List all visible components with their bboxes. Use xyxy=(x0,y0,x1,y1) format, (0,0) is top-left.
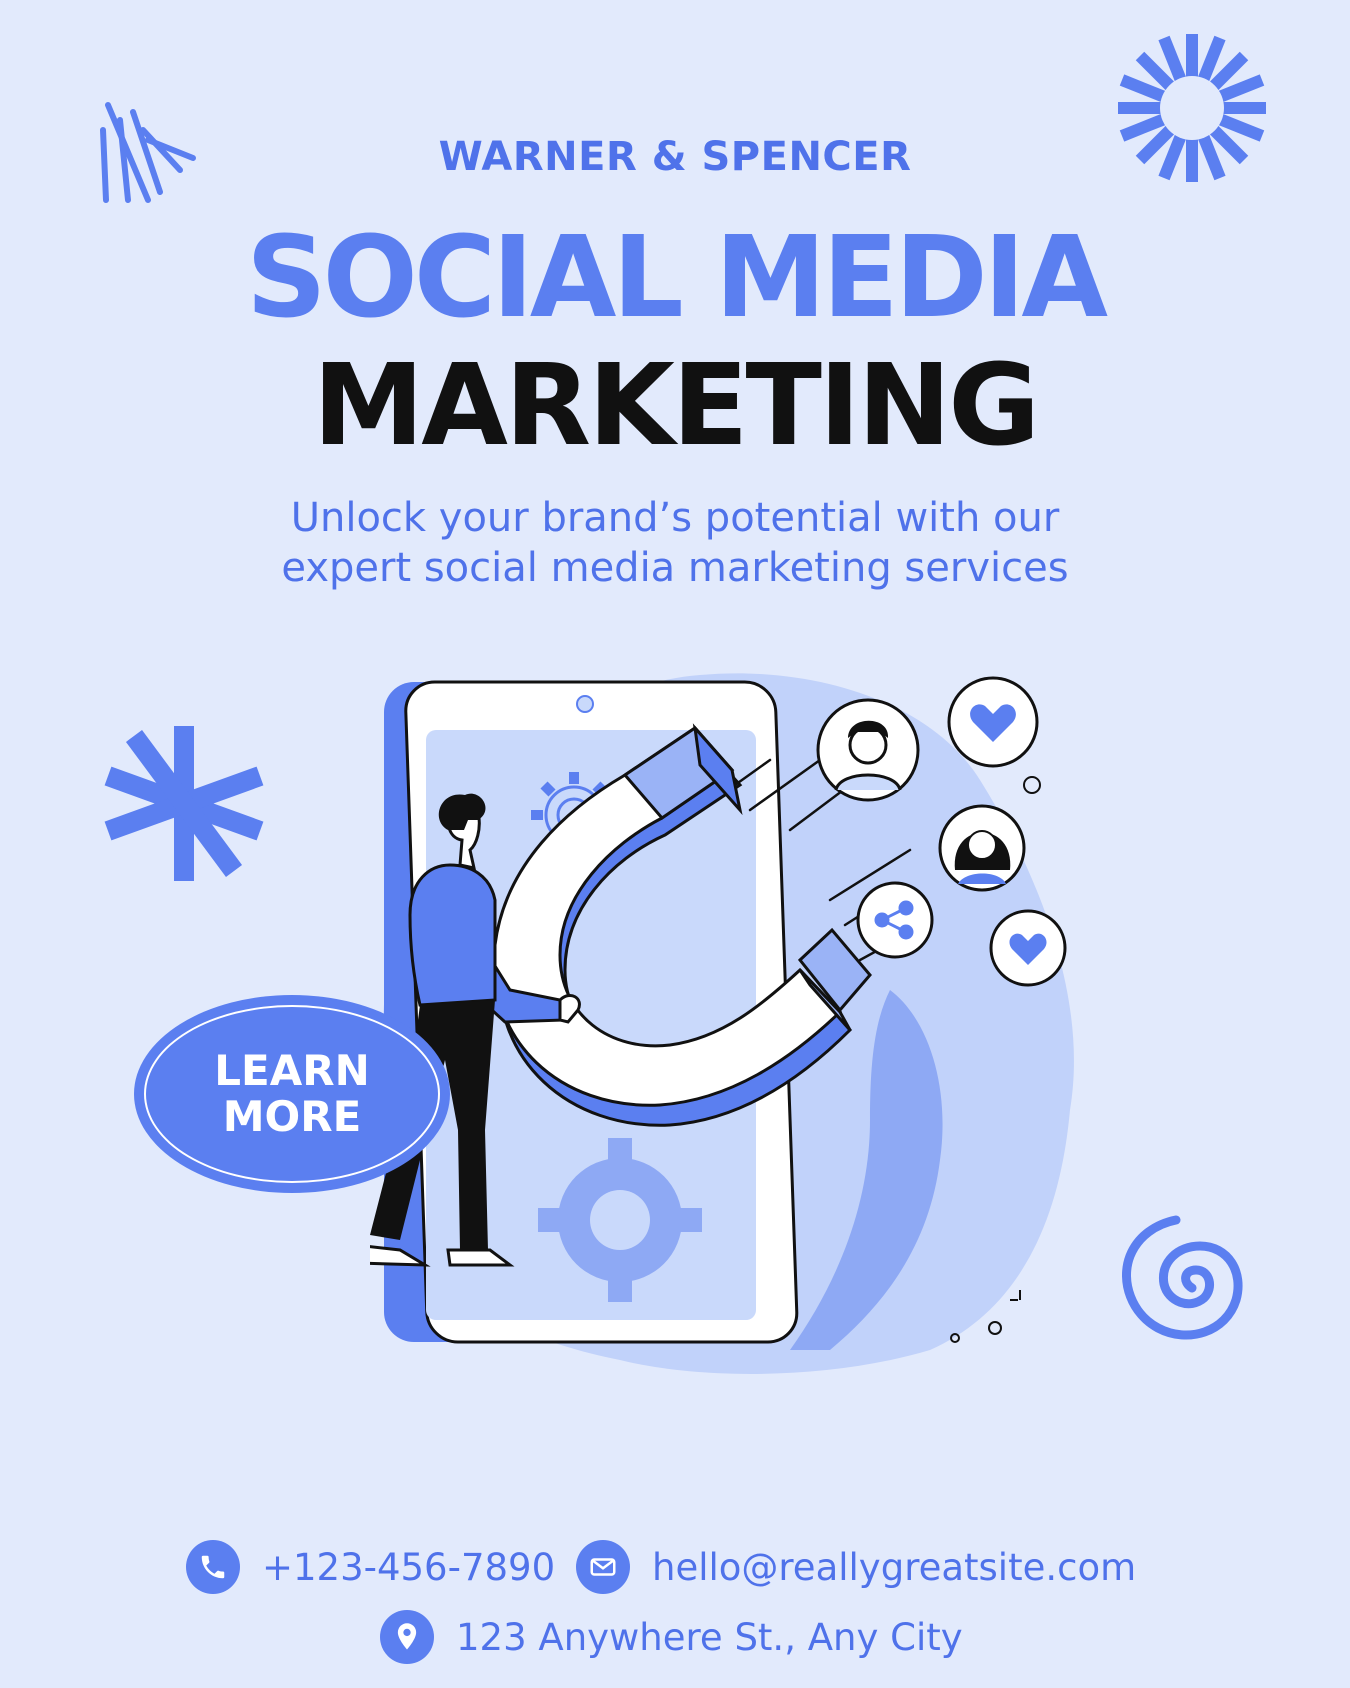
contact-phone[interactable]: +123-456-7890 xyxy=(186,1540,555,1594)
learn-more-label-line-2: MORE xyxy=(222,1092,362,1141)
location-pin-icon xyxy=(380,1610,434,1664)
learn-more-button[interactable]: LEARN MORE xyxy=(134,995,450,1193)
contact-address[interactable]: 123 Anywhere St., Any City xyxy=(380,1610,963,1664)
subtitle-line-2: expert social media marketing services xyxy=(281,545,1069,591)
learn-more-label-line-1: LEARN xyxy=(214,1046,370,1095)
illustration-magnet-phone xyxy=(370,673,1074,1374)
contact-email[interactable]: hello@reallygreatsite.com xyxy=(576,1540,1136,1594)
decorative-spiral-bottom-right xyxy=(1122,1215,1243,1340)
avatar-woman-icon xyxy=(938,804,1026,892)
heart-icon xyxy=(989,909,1067,987)
street-address: 123 Anywhere St., Any City xyxy=(456,1615,963,1659)
heart-icon xyxy=(947,676,1039,768)
learn-more-label: LEARN MORE xyxy=(192,1048,392,1140)
mail-icon xyxy=(576,1540,630,1594)
headline-line-1: SOCIAL MEDIA xyxy=(245,213,1108,343)
headline-line-2: MARKETING xyxy=(312,341,1040,471)
phone-number: +123-456-7890 xyxy=(262,1545,556,1589)
share-icon xyxy=(856,881,934,959)
decorative-asterisk-left xyxy=(104,726,264,881)
subtitle: Unlock your brand’s potential with our e… xyxy=(0,493,1350,593)
email-address: hello@reallygreatsite.com xyxy=(652,1545,1137,1589)
brand-name: WARNER & SPENCER xyxy=(438,134,912,180)
avatar-man-icon xyxy=(816,698,920,802)
phone-icon xyxy=(186,1540,240,1594)
subtitle-line-1: Unlock your brand’s potential with our xyxy=(290,495,1060,541)
